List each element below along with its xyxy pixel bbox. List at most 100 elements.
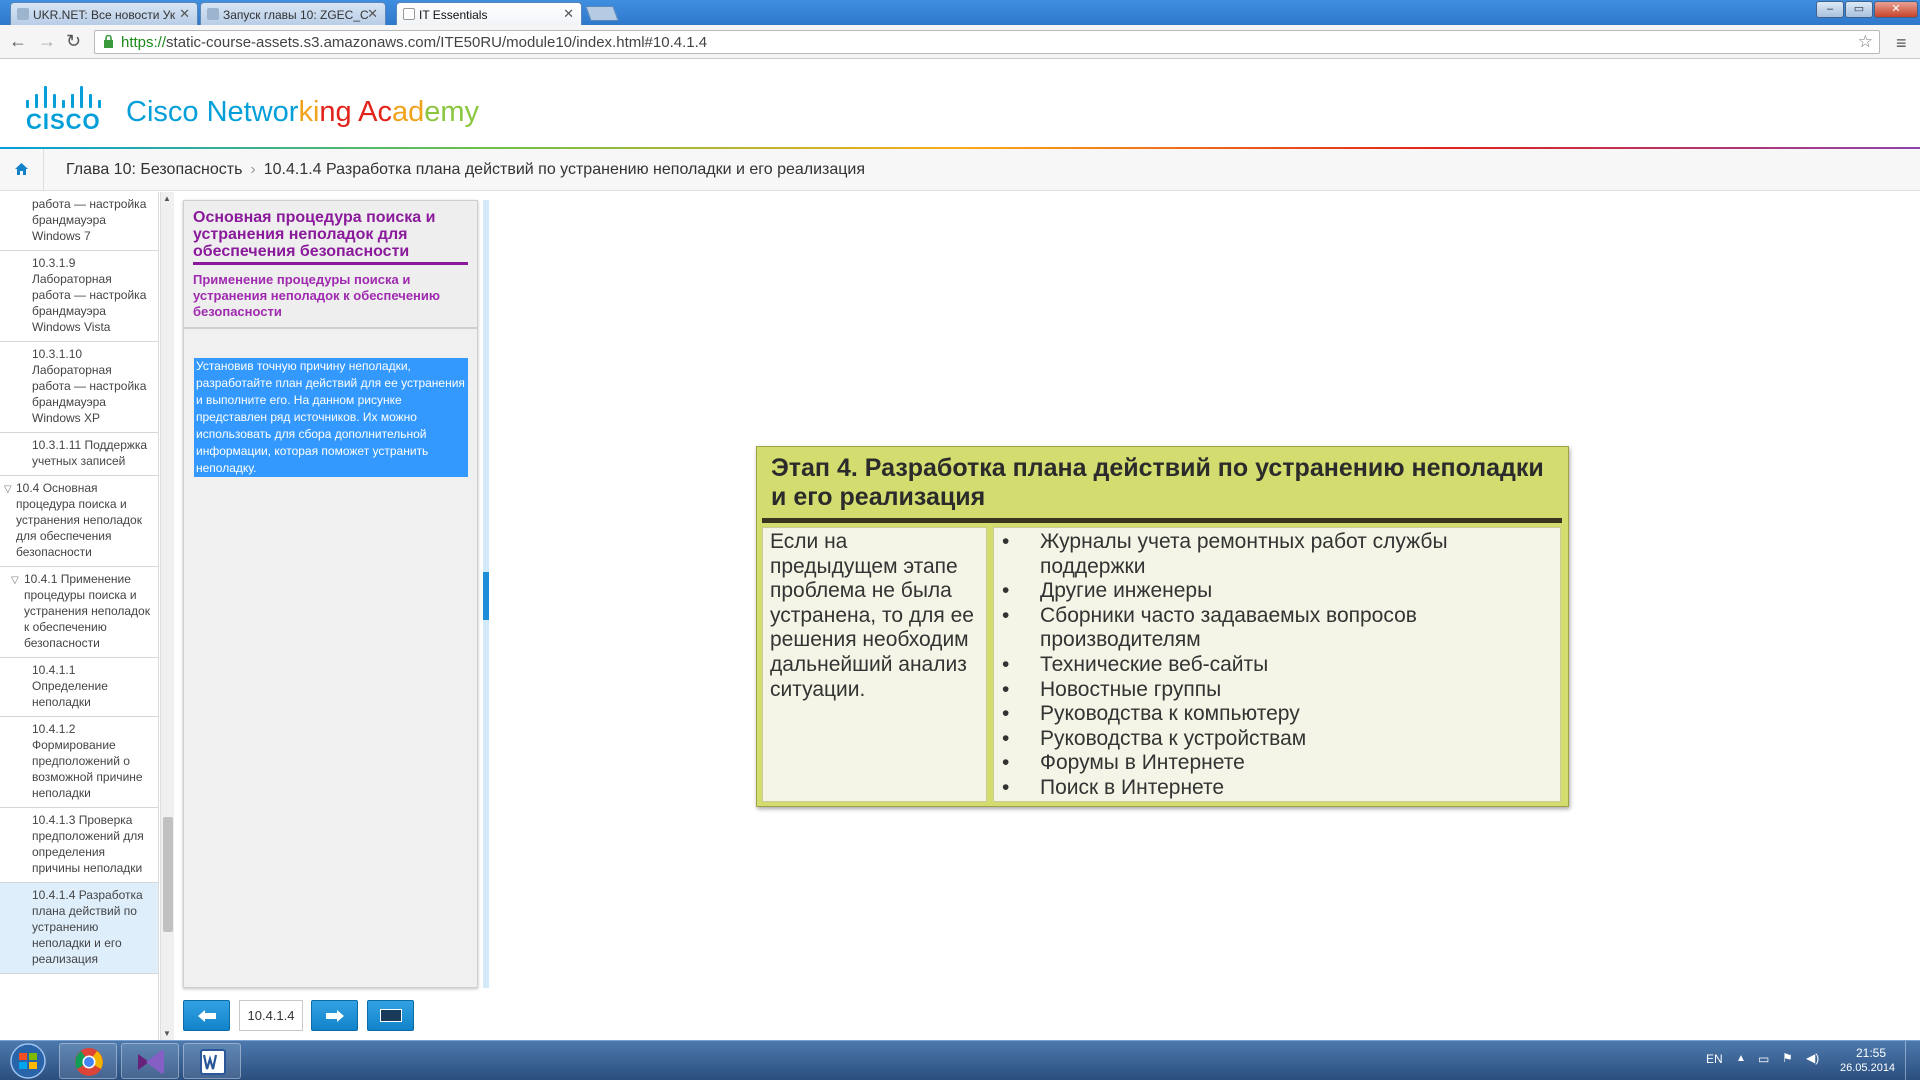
- windows-taskbar: EN ▲ ▭ ⚑ ◀) 21:55 26.05.2014: [0, 1040, 1920, 1080]
- chevron-down-icon[interactable]: ▽: [4, 482, 12, 498]
- toc-item-label: 10.4.1.2 Формирование предположений о во…: [32, 722, 143, 800]
- scroll-down-arrow-icon[interactable]: ▼: [163, 1029, 171, 1038]
- toc-item[interactable]: 10.3.1.11 Поддержка учетных записей: [0, 433, 158, 476]
- home-button[interactable]: [0, 149, 44, 191]
- toc-scrollbar[interactable]: ▲ ▼: [160, 192, 174, 1040]
- text-panel-scrollbar[interactable]: [483, 200, 489, 988]
- clock-date[interactable]: 26.05.2014: [1840, 1062, 1895, 1074]
- url-scheme: https://: [121, 34, 167, 51]
- toc-item[interactable]: 10.4.1.3 Проверка предположений для опре…: [0, 808, 158, 883]
- cisco-wordmark: CISCO: [26, 109, 101, 134]
- scroll-up-arrow-icon[interactable]: ▲: [163, 194, 171, 203]
- taskbar-visual-studio[interactable]: [121, 1043, 179, 1079]
- chevron-down-icon[interactable]: ▽: [11, 573, 19, 589]
- list-item: • Журналы учета ремонтных работ службы по…: [1002, 530, 1552, 579]
- figure-title: Этап 4. Разработка плана действий по уст…: [771, 454, 1544, 511]
- maximize-button[interactable]: ▭: [1845, 1, 1873, 18]
- breadcrumb-chapter[interactable]: Глава 10: Безопасность: [66, 161, 242, 178]
- bullet: •: [1002, 530, 1010, 553]
- toc-scroll-thumb[interactable]: [163, 817, 173, 932]
- module-title: Основная процедура поиска и устранения н…: [193, 209, 468, 265]
- close-tab-icon[interactable]: ✕: [563, 6, 574, 22]
- toc-item-label: 10.4 Основная процедура поиска и устране…: [16, 481, 142, 559]
- figure-divider: [762, 518, 1562, 523]
- bullet: •: [1002, 751, 1010, 775]
- toc-item[interactable]: работа — настройка брандмауэра Windows 7: [0, 192, 158, 251]
- toc-item-label: 10.3.1.11 Поддержка учетных записей: [32, 438, 148, 468]
- sources-list: • Журналы учета ремонтных работ службы по…: [1002, 530, 1552, 801]
- toc-item[interactable]: 10.4.1.1 Определение неполадки: [0, 658, 158, 717]
- toc-item[interactable]: 10.3.1.9 Лабораторная работа — настройка…: [0, 251, 158, 342]
- figure-description: Если на предыдущем этапе проблема не был…: [770, 530, 974, 701]
- taskbar-chrome[interactable]: [59, 1043, 117, 1079]
- bullet: •: [1002, 726, 1010, 750]
- clock-time[interactable]: 21:55: [1856, 1046, 1886, 1060]
- close-tab-icon[interactable]: ✕: [367, 6, 378, 22]
- source-label: Другие инженеры: [1040, 579, 1213, 603]
- text-panel: Основная процедура поиска и устранения н…: [183, 200, 478, 988]
- chrome-icon: [75, 1048, 103, 1076]
- cisco-bars-icon: [26, 82, 102, 108]
- volume-icon[interactable]: ◀): [1806, 1051, 1819, 1065]
- new-tab-button[interactable]: [585, 6, 619, 21]
- visual-studio-icon: [138, 1050, 164, 1074]
- close-window-button[interactable]: ✕: [1874, 1, 1918, 18]
- list-item: • Новостные группы: [1002, 678, 1552, 703]
- toc-item-label: работа — настройка брандмауэра Windows 7: [32, 197, 147, 243]
- browser-toolbar: ← → ↻ https://static-course-assets.s3.am…: [0, 25, 1920, 59]
- text-panel-scroll-thumb[interactable]: [483, 572, 489, 620]
- page-number-box: 10.4.1.4: [239, 1000, 303, 1031]
- previous-page-button[interactable]: [183, 1000, 230, 1031]
- action-center-flag-icon[interactable]: ⚑: [1782, 1051, 1793, 1065]
- toc-item-subsection[interactable]: ▽ 10.4.1 Применение процедуры поиска и у…: [0, 567, 158, 658]
- next-page-button[interactable]: [311, 1000, 358, 1031]
- tab-ukrnet[interactable]: UKR.NET: Все новости Ук ✕: [10, 2, 198, 25]
- site-header: CISCO Cisco Networking Academy: [0, 60, 1920, 148]
- toc-item-section[interactable]: ▽ 10.4 Основная процедура поиска и устра…: [0, 476, 158, 567]
- academy-title-part: ng: [319, 96, 359, 128]
- ukrnet-favicon-icon: [17, 8, 29, 20]
- source-label: Руководства к компьютеру: [1040, 702, 1300, 726]
- back-arrow-icon[interactable]: ←: [9, 32, 27, 50]
- screen-icon: [379, 1009, 402, 1022]
- toc-item[interactable]: 10.3.1.10 Лабораторная работа — настройк…: [0, 342, 158, 433]
- breadcrumb-page: 10.4.1.4 Разработка плана действий по ус…: [263, 161, 866, 178]
- network-icon[interactable]: ▭: [1758, 1052, 1769, 1066]
- academy-title-part: Ac: [358, 96, 392, 128]
- address-bar[interactable]: https://static-course-assets.s3.amazonaw…: [94, 30, 1880, 54]
- reload-icon[interactable]: ↻: [66, 32, 81, 50]
- intro-text-selected: Установив точную причину неполадки, разр…: [194, 358, 468, 477]
- bullet: •: [1002, 677, 1010, 701]
- source-label: Поиск в Интернете: [1040, 775, 1225, 799]
- tab-it-essentials[interactable]: IT Essentials ✕: [396, 2, 582, 25]
- list-item: • Руководства к компьютеру: [1002, 702, 1552, 727]
- source-label: Журналы учета ремонтных работ службы под…: [1040, 530, 1448, 578]
- forward-arrow-icon[interactable]: →: [38, 32, 56, 50]
- language-indicator[interactable]: EN: [1706, 1052, 1723, 1066]
- minimize-button[interactable]: –: [1816, 1, 1844, 18]
- close-tab-icon[interactable]: ✕: [179, 6, 190, 22]
- list-item: • Технические веб-сайты: [1002, 653, 1552, 678]
- toc-sidebar: работа — настройка брандмауэра Windows 7…: [0, 192, 159, 1040]
- list-item: • Другие инженеры: [1002, 579, 1552, 604]
- troubleshooting-step-figure: Этап 4. Разработка плана действий по уст…: [756, 446, 1569, 807]
- page-favicon-icon: [403, 8, 415, 20]
- tab-zgec[interactable]: Запуск главы 10: ZGEC_C ✕: [200, 2, 386, 25]
- show-hidden-icons-icon[interactable]: ▲: [1736, 1053, 1746, 1064]
- toc-item-label: 10.4.1.3 Проверка предположений для опре…: [32, 813, 144, 875]
- taskbar-word[interactable]: [183, 1043, 241, 1079]
- toc-item-current[interactable]: 10.4.1.4 Разработка плана действий по ус…: [0, 883, 158, 974]
- show-desktop-button[interactable]: [1905, 1041, 1920, 1080]
- toc-item[interactable]: 10.4.1.2 Формирование предположений о во…: [0, 717, 158, 808]
- media-toggle-button[interactable]: [367, 1000, 414, 1031]
- bookmark-star-icon[interactable]: ☆: [1858, 32, 1873, 52]
- chrome-menu-icon[interactable]: ≡: [1896, 33, 1907, 54]
- list-item: • Руководства к устройствам: [1002, 727, 1552, 752]
- tab-title: Запуск главы 10: ZGEC_C: [223, 8, 369, 22]
- list-item: • Поиск в Интернете: [1002, 776, 1552, 801]
- toc-item-label: 10.3.1.10 Лабораторная работа — настройк…: [32, 347, 147, 425]
- cisco-logo[interactable]: CISCO: [26, 82, 102, 135]
- academy-title-part: ki: [298, 96, 320, 128]
- start-button[interactable]: [2, 1042, 54, 1080]
- section-title: Применение процедуры поиска и устранения…: [193, 272, 441, 319]
